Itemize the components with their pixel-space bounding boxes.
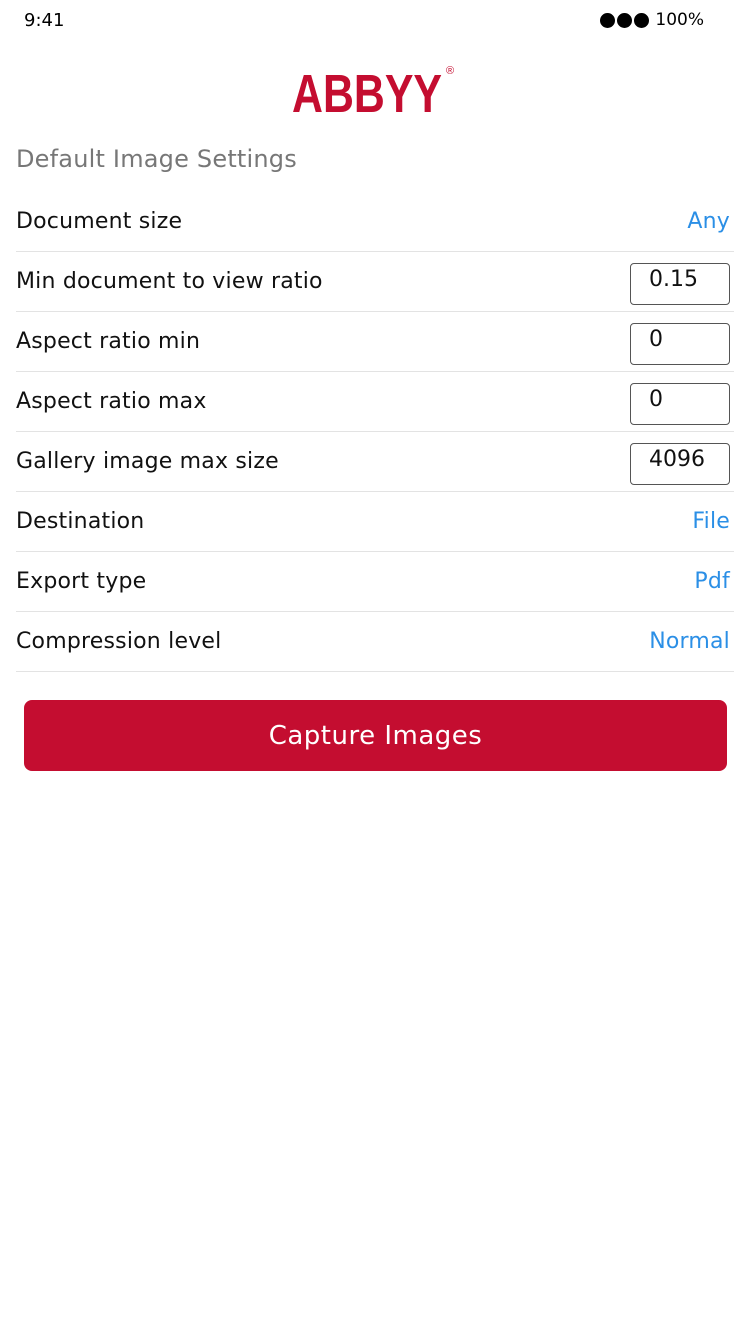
setting-export-type: Export type Pdf <box>16 552 734 612</box>
status-indicators: 100% <box>600 10 704 30</box>
registered-mark: ® <box>446 65 454 77</box>
setting-label: Aspect ratio max <box>16 389 207 414</box>
battery-level: 100% <box>655 10 704 30</box>
setting-label: Gallery image max size <box>16 449 279 474</box>
abbyy-logo-mark: ABBYY ® <box>292 64 454 118</box>
status-bar: 9:41 100% <box>0 0 750 44</box>
logo-wordmark: ABBYY <box>292 64 442 118</box>
setting-aspect-max: Aspect ratio max <box>16 372 734 432</box>
section-title: Default Image Settings <box>16 145 297 173</box>
gallery-max-input[interactable] <box>630 442 730 485</box>
abbyy-logo: ABBYY ® <box>290 60 460 118</box>
export-type-picker[interactable]: Pdf <box>694 569 730 594</box>
setting-min-ratio: Min document to view ratio <box>16 252 734 312</box>
setting-label: Document size <box>16 209 183 234</box>
min-ratio-input[interactable] <box>630 262 730 305</box>
setting-label: Aspect ratio min <box>16 329 201 354</box>
settings-list: Document size Any Min document to view r… <box>16 192 734 672</box>
setting-label: Min document to view ratio <box>16 269 323 294</box>
status-time: 9:41 <box>24 10 65 31</box>
setting-label: Compression level <box>16 629 222 654</box>
setting-destination: Destination File <box>16 492 734 552</box>
capture-images-button[interactable]: Capture Images <box>24 700 727 771</box>
setting-document-size: Document size Any <box>16 192 734 252</box>
setting-label: Export type <box>16 569 147 594</box>
setting-label: Destination <box>16 509 145 534</box>
compression-picker[interactable]: Normal <box>649 629 730 654</box>
document-size-picker[interactable]: Any <box>687 209 730 234</box>
aspect-max-input[interactable] <box>630 382 730 425</box>
app-screen: 9:41 100% ABBYY ® Default Image Settings… <box>0 0 750 1334</box>
destination-picker[interactable]: File <box>692 509 730 534</box>
setting-compression: Compression level Normal <box>16 612 734 672</box>
setting-aspect-min: Aspect ratio min <box>16 312 734 372</box>
setting-gallery-max: Gallery image max size <box>16 432 734 492</box>
aspect-min-input[interactable] <box>630 322 730 365</box>
signal-dots-icon <box>600 12 650 28</box>
